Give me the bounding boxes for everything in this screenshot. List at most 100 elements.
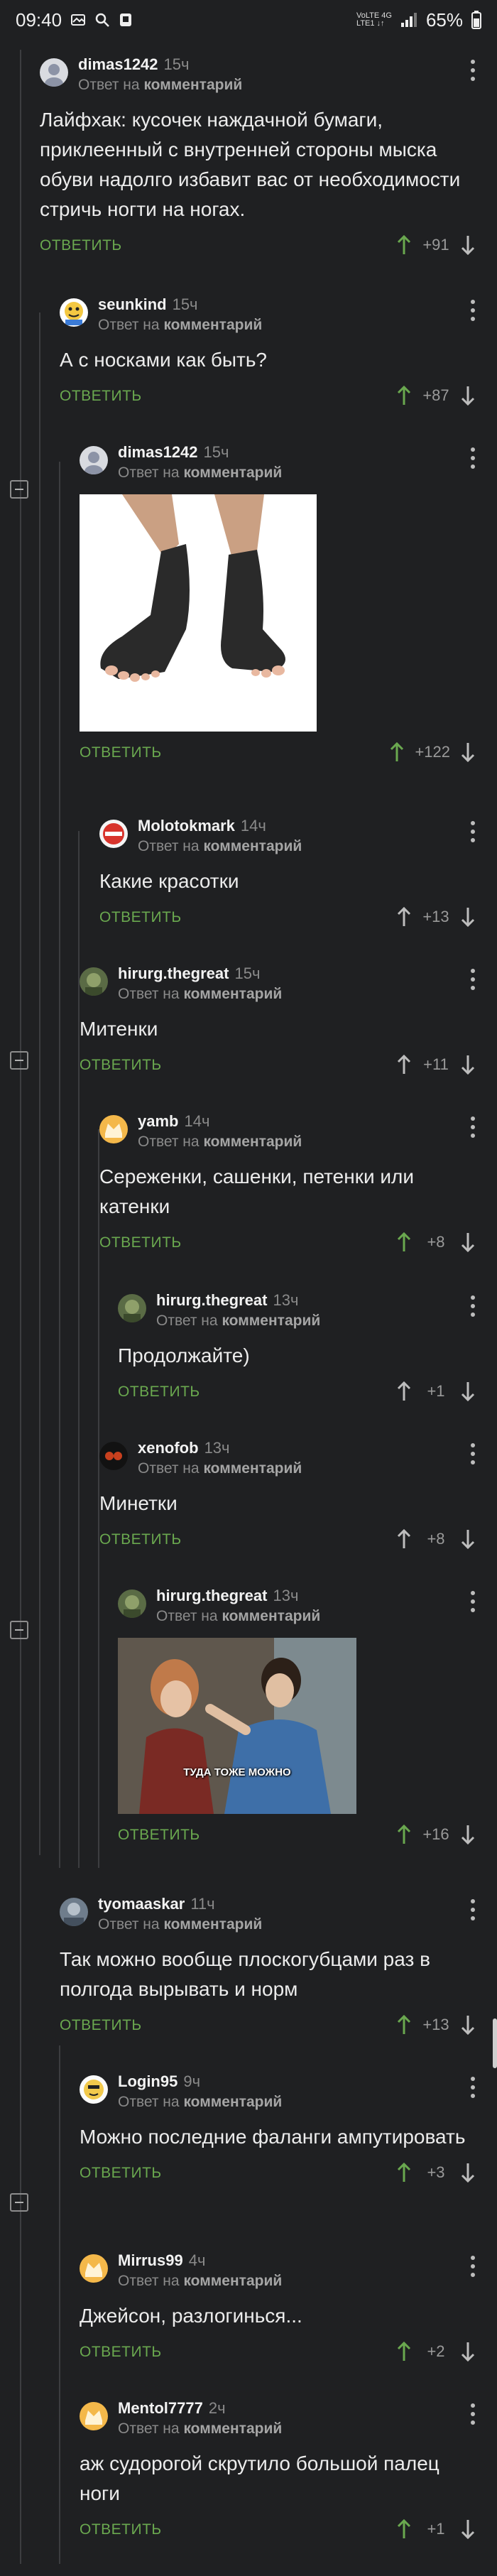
more-options-icon[interactable] bbox=[470, 300, 476, 321]
downvote-icon[interactable] bbox=[460, 2341, 476, 2362]
downvote-icon[interactable] bbox=[460, 1054, 476, 1075]
reply-button[interactable]: ОТВЕТИТЬ bbox=[80, 2521, 162, 2538]
avatar[interactable] bbox=[80, 2402, 108, 2430]
upvote-icon[interactable] bbox=[389, 741, 405, 763]
reply-button[interactable]: ОТВЕТИТЬ bbox=[60, 2017, 142, 2034]
reply-button[interactable]: ОТВЕТИТЬ bbox=[80, 744, 162, 761]
avatar[interactable] bbox=[80, 446, 108, 474]
upvote-icon[interactable] bbox=[396, 2341, 412, 2362]
upvote-icon[interactable] bbox=[396, 1232, 412, 1253]
more-options-icon[interactable] bbox=[470, 447, 476, 469]
upvote-icon[interactable] bbox=[396, 1054, 412, 1075]
comment-author[interactable]: xenofob 13ч bbox=[138, 1439, 230, 1457]
more-options-icon[interactable] bbox=[470, 60, 476, 81]
reply-to-link[interactable]: комментарий bbox=[183, 986, 282, 1002]
downvote-icon[interactable] bbox=[460, 741, 476, 763]
avatar[interactable] bbox=[80, 967, 108, 996]
more-options-icon[interactable] bbox=[470, 969, 476, 990]
reply-to-link[interactable]: комментарий bbox=[183, 2273, 282, 2289]
avatar[interactable] bbox=[118, 1589, 146, 1618]
reply-button[interactable]: ОТВЕТИТЬ bbox=[40, 237, 122, 254]
avatar[interactable] bbox=[99, 1115, 128, 1143]
avatar[interactable] bbox=[40, 58, 68, 87]
reply-to-link[interactable]: комментарий bbox=[143, 77, 242, 93]
reply-to-link[interactable]: комментарий bbox=[163, 317, 262, 333]
downvote-icon[interactable] bbox=[460, 385, 476, 406]
comment-author[interactable]: Mirrus99 4ч bbox=[118, 2251, 205, 2270]
downvote-icon[interactable] bbox=[460, 2518, 476, 2540]
comment-author[interactable]: Mentol7777 2ч bbox=[118, 2399, 226, 2418]
comment-author[interactable]: dimas1242 15ч bbox=[78, 55, 189, 74]
reply-button[interactable]: ОТВЕТИТЬ bbox=[99, 1234, 182, 1251]
more-options-icon[interactable] bbox=[470, 1116, 476, 1138]
comment-image[interactable]: ТУДА ТОЖЕ МОЖНО bbox=[118, 1638, 356, 1814]
comment-author[interactable]: Molotokmark 14ч bbox=[138, 817, 266, 835]
reply-button[interactable]: ОТВЕТИТЬ bbox=[80, 2344, 162, 2361]
vote-score: +13 bbox=[422, 2016, 449, 2033]
more-options-icon[interactable] bbox=[470, 1295, 476, 1317]
comment-image[interactable] bbox=[80, 494, 317, 732]
more-options-icon[interactable] bbox=[470, 821, 476, 842]
upvote-icon[interactable] bbox=[396, 1381, 412, 1402]
upvote-icon[interactable] bbox=[396, 234, 412, 256]
reply-to-link[interactable]: комментарий bbox=[203, 1134, 302, 1150]
reply-to-link[interactable]: комментарий bbox=[183, 2094, 282, 2110]
more-options-icon[interactable] bbox=[470, 1591, 476, 1612]
more-options-icon[interactable] bbox=[470, 1443, 476, 1464]
more-options-icon[interactable] bbox=[470, 2077, 476, 2098]
reply-to-link[interactable]: комментарий bbox=[222, 1608, 320, 1624]
reply-to-link[interactable]: комментарий bbox=[183, 464, 282, 481]
downvote-icon[interactable] bbox=[460, 2162, 476, 2183]
collapse-thread-button[interactable] bbox=[10, 1051, 28, 1070]
collapse-thread-button[interactable] bbox=[10, 1621, 28, 1639]
upvote-icon[interactable] bbox=[396, 906, 412, 928]
reply-button[interactable]: ОТВЕТИТЬ bbox=[99, 1531, 182, 1548]
reply-button[interactable]: ОТВЕТИТЬ bbox=[80, 1057, 162, 1074]
collapse-thread-button[interactable] bbox=[10, 2193, 28, 2212]
comment-author[interactable]: seunkind 15ч bbox=[98, 295, 198, 314]
downvote-icon[interactable] bbox=[460, 1381, 476, 1402]
comment-author[interactable]: dimas1242 15ч bbox=[118, 443, 229, 462]
more-options-icon[interactable] bbox=[470, 2256, 476, 2277]
reply-to-link[interactable]: комментарий bbox=[203, 838, 302, 854]
avatar[interactable] bbox=[60, 298, 88, 327]
downvote-icon[interactable] bbox=[460, 1824, 476, 1845]
downvote-icon[interactable] bbox=[460, 234, 476, 256]
reply-button[interactable]: ОТВЕТИТЬ bbox=[80, 2165, 162, 2182]
reply-to-link[interactable]: комментарий bbox=[163, 1916, 262, 1933]
comment-author[interactable]: tyomaaskar 11ч bbox=[98, 1895, 215, 1913]
scrollbar-thumb[interactable] bbox=[493, 2018, 497, 2068]
reply-to-link[interactable]: комментарий bbox=[203, 1460, 302, 1477]
avatar[interactable] bbox=[60, 1898, 88, 1926]
comment-author[interactable]: Login95 9ч bbox=[118, 2072, 200, 2091]
comment-author[interactable]: hirurg.thegreat 13ч bbox=[156, 1587, 298, 1605]
more-options-icon[interactable] bbox=[470, 2403, 476, 2425]
upvote-icon[interactable] bbox=[396, 1528, 412, 1550]
upvote-icon[interactable] bbox=[396, 2014, 412, 2036]
reply-button[interactable]: ОТВЕТИТЬ bbox=[118, 1827, 200, 1844]
upvote-icon[interactable] bbox=[396, 2518, 412, 2540]
reply-button[interactable]: ОТВЕТИТЬ bbox=[99, 909, 182, 926]
reply-button[interactable]: ОТВЕТИТЬ bbox=[60, 388, 142, 405]
downvote-icon[interactable] bbox=[460, 1528, 476, 1550]
avatar[interactable] bbox=[99, 1442, 128, 1470]
more-options-icon[interactable] bbox=[470, 1899, 476, 1920]
status-time: 09:40 bbox=[16, 9, 62, 31]
downvote-icon[interactable] bbox=[460, 906, 476, 928]
comment-author[interactable]: yamb 14ч bbox=[138, 1112, 209, 1131]
comment-author[interactable]: hirurg.thegreat 15ч bbox=[118, 964, 260, 983]
reply-to-link[interactable]: комментарий bbox=[183, 2420, 282, 2437]
upvote-icon[interactable] bbox=[396, 2162, 412, 2183]
avatar[interactable] bbox=[80, 2254, 108, 2283]
upvote-icon[interactable] bbox=[396, 1824, 412, 1845]
upvote-icon[interactable] bbox=[396, 385, 412, 406]
downvote-icon[interactable] bbox=[460, 2014, 476, 2036]
avatar[interactable] bbox=[118, 1294, 146, 1322]
comment-author[interactable]: hirurg.thegreat 13ч bbox=[156, 1291, 298, 1310]
collapse-thread-button[interactable] bbox=[10, 480, 28, 499]
reply-button[interactable]: ОТВЕТИТЬ bbox=[118, 1384, 200, 1401]
avatar[interactable] bbox=[99, 820, 128, 848]
reply-to-link[interactable]: комментарий bbox=[222, 1313, 320, 1329]
avatar[interactable] bbox=[80, 2075, 108, 2104]
downvote-icon[interactable] bbox=[460, 1232, 476, 1253]
